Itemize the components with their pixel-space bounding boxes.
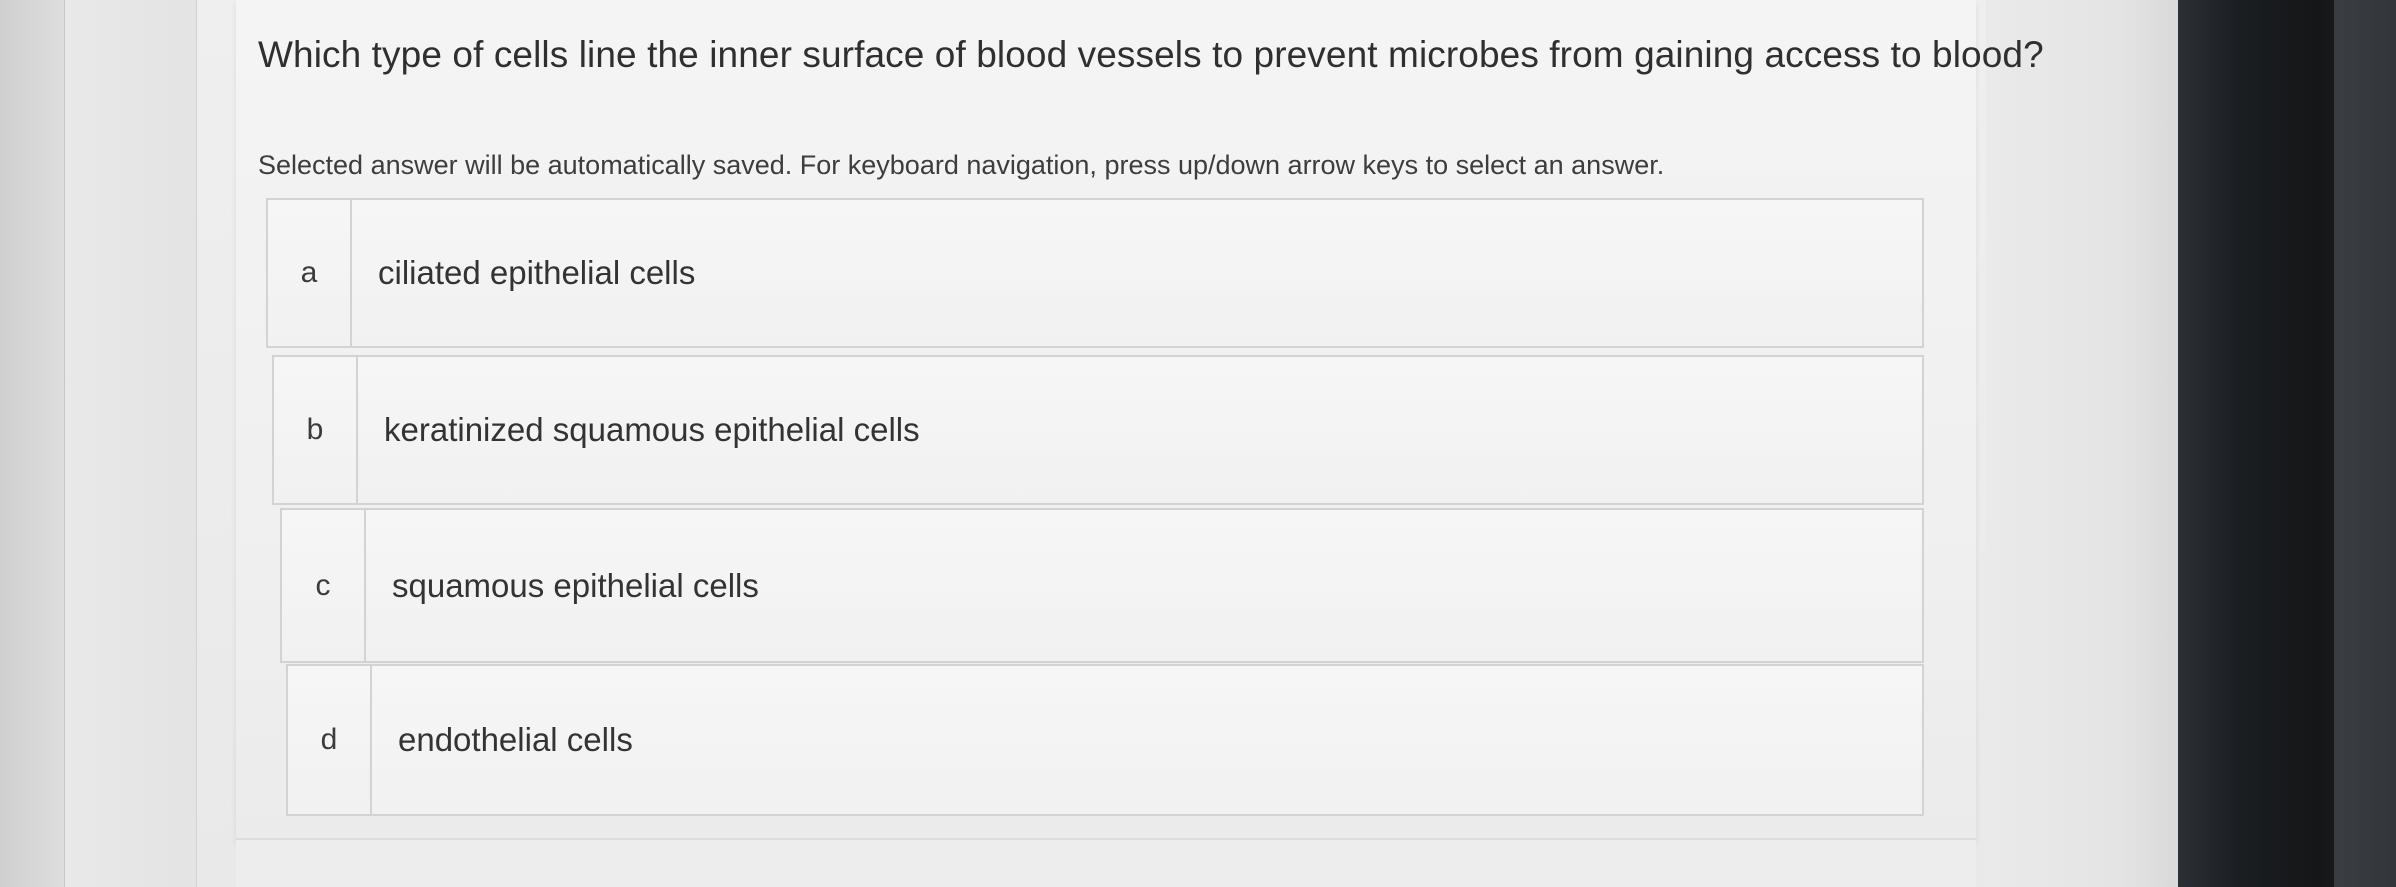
left-page-edge [0,0,65,887]
option-letter-d: d [288,666,372,814]
next-question-card [236,838,1976,887]
option-text-a: ciliated epithelial cells [378,254,696,291]
answer-option-b[interactable]: b keratinized squamous epithelial cells [272,355,1924,505]
option-text-d: endothelial cells [398,721,633,758]
option-letter-b: b [274,357,358,503]
answer-instructions: Selected answer will be automatically sa… [258,150,1665,180]
answer-option-d[interactable]: d endothelial cells [286,664,1924,816]
option-text-b: keratinized squamous epithelial cells [384,411,920,448]
option-letter-c: c [282,510,366,661]
page-margin-right [1986,0,2178,887]
monitor-edge [2334,0,2396,887]
option-letter-a: a [268,200,352,346]
answer-option-a[interactable]: a ciliated epithelial cells [266,198,1924,348]
screen: Which type of cells line the inner surfa… [0,0,2396,887]
answer-option-c[interactable]: c squamous epithelial cells [280,508,1924,663]
question-text: Which type of cells line the inner surfa… [258,34,2044,75]
option-text-c: squamous epithelial cells [392,566,759,604]
